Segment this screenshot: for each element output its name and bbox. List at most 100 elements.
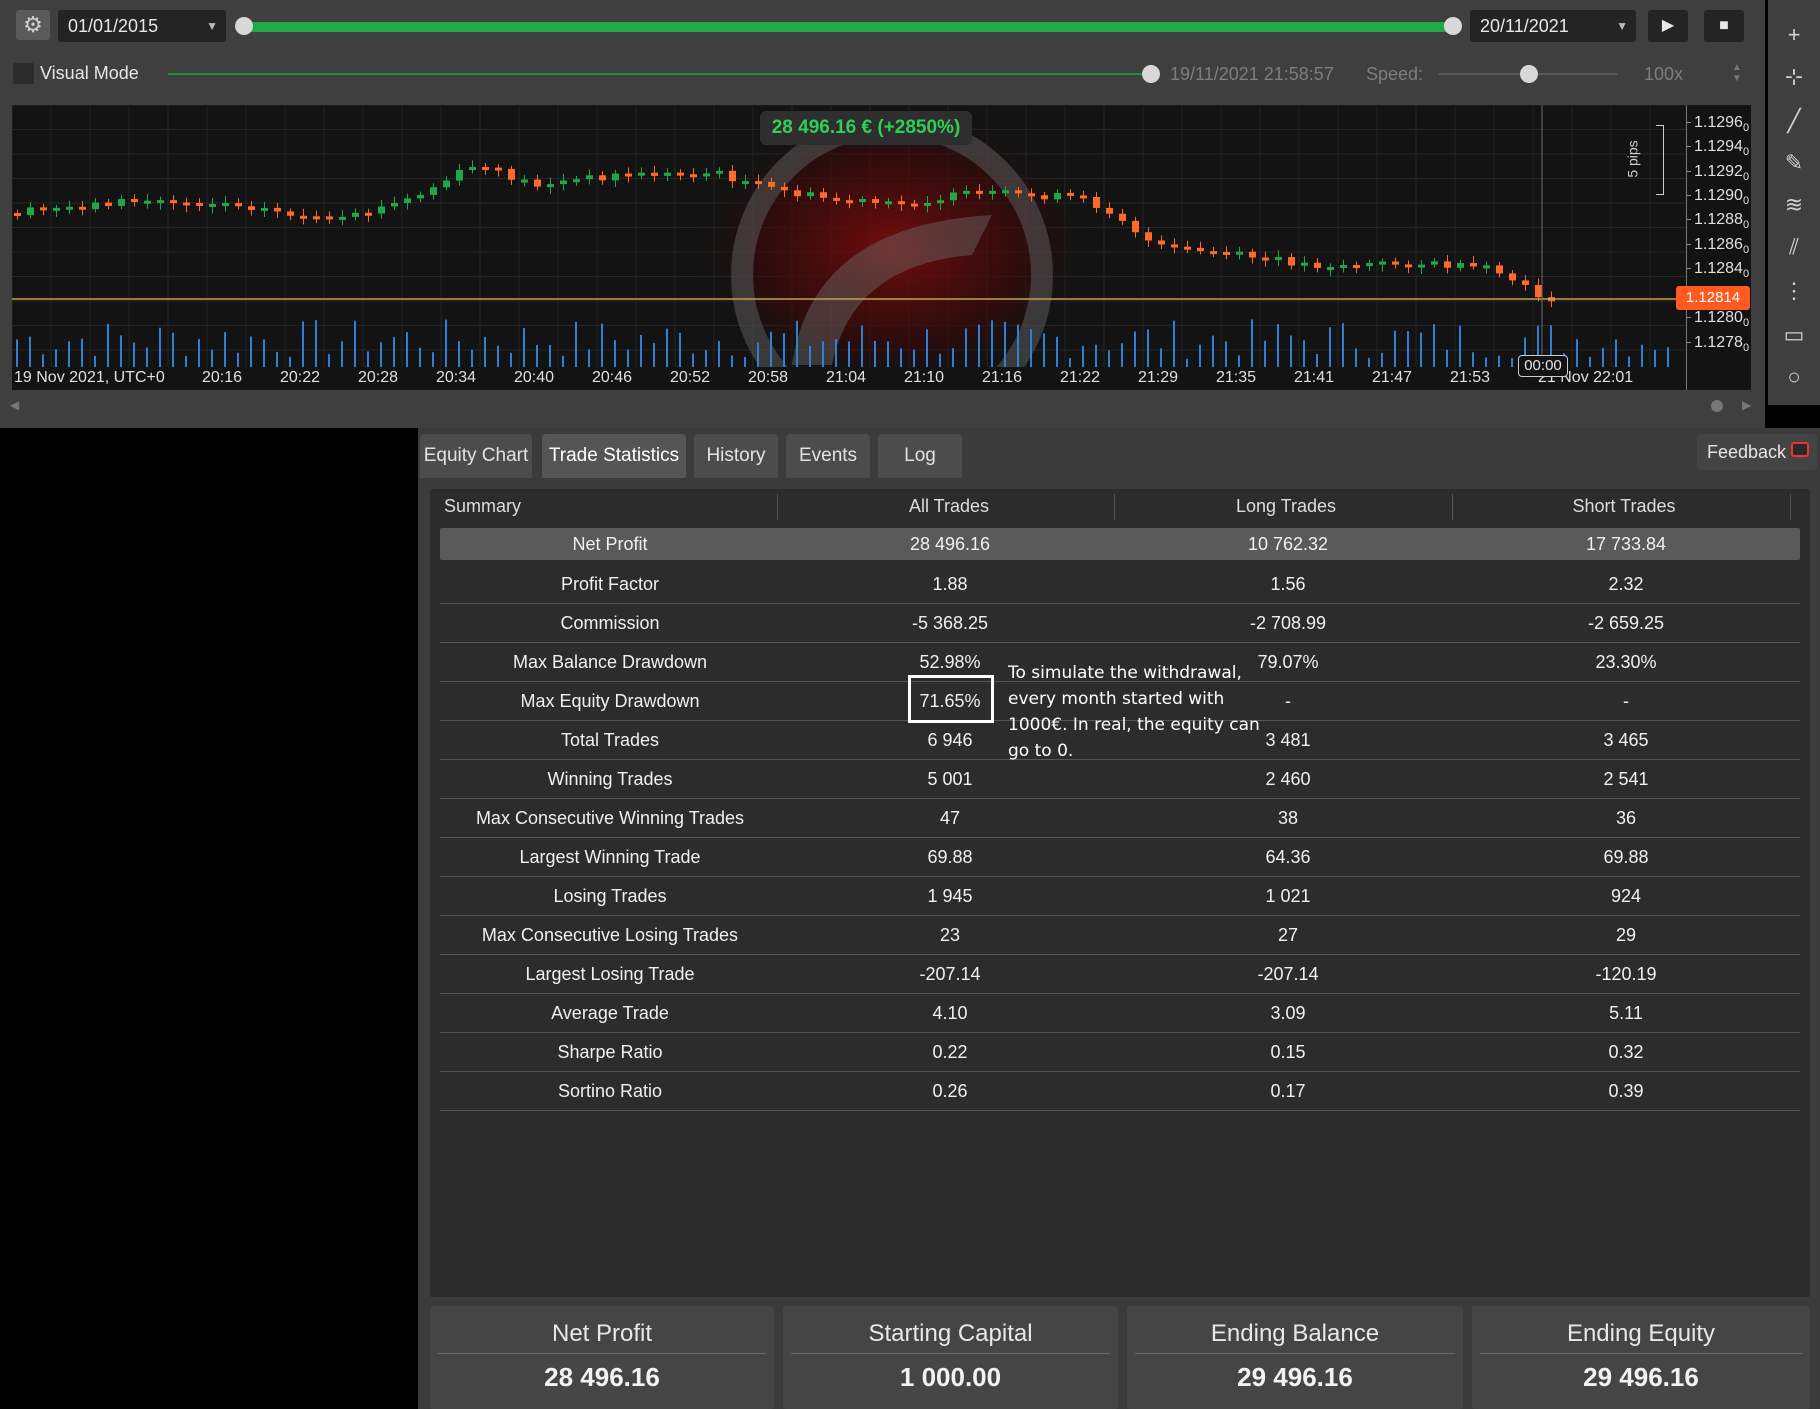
table-row[interactable]: Max Consecutive Winning Trades 47 38 36 — [440, 799, 1800, 838]
cell-long-trades: 2 460 — [1265, 769, 1311, 789]
volume-bar — [965, 328, 967, 367]
range-end-handle[interactable] — [1444, 17, 1462, 35]
line-icon[interactable]: ╱ — [1776, 106, 1812, 136]
candle — [1119, 213, 1126, 221]
volume-bar — [133, 342, 135, 367]
grid-lines-icon[interactable]: ⋮ — [1776, 276, 1812, 306]
volume-bar — [1290, 335, 1292, 367]
table-row[interactable]: Largest Winning Trade 69.88 64.36 69.88 — [440, 838, 1800, 877]
time-axis[interactable]: 19 Nov 2021, UTC+0 20:16 20:22 20:28 20:34 20… — [12, 355, 1686, 390]
table-row[interactable]: Largest Losing Trade -207.14 -207.14 -120.1… — [440, 955, 1800, 994]
column-header-short-trades[interactable]: Short Trades — [1455, 496, 1793, 520]
price-tick-subscript: 0 — [1742, 171, 1750, 184]
visual-progress-handle[interactable] — [1142, 65, 1160, 83]
candle — [261, 207, 268, 211]
volume-bar — [393, 336, 395, 367]
candle — [1457, 262, 1464, 268]
visual-mode-checkbox[interactable] — [13, 63, 34, 84]
cell-all-trades: 28 496.16 — [909, 534, 991, 554]
scroll-left-icon[interactable]: ◀ — [10, 398, 19, 412]
volume-bar — [549, 344, 551, 367]
gear-icon[interactable]: ⚙ — [16, 10, 50, 40]
tab-history[interactable]: History — [694, 434, 778, 478]
cell-all-trades: 0.22 — [932, 1042, 968, 1062]
speed-spinner[interactable]: ▲ ▼ — [1732, 62, 1742, 84]
scroll-right-icon[interactable]: ▶ — [1742, 398, 1751, 412]
play-button[interactable]: ▶ — [1648, 10, 1688, 42]
volume-bar — [1264, 340, 1266, 367]
cell-short-trades: 17 733.84 — [1585, 534, 1667, 554]
column-header-long-trades[interactable]: Long Trades — [1117, 496, 1455, 520]
volume-bar — [874, 340, 876, 367]
candle — [677, 172, 684, 176]
column-divider — [777, 494, 778, 520]
price-tick-mark — [1686, 219, 1691, 220]
measure-icon[interactable]: ⊹ — [1776, 62, 1812, 92]
column-header-all-trades[interactable]: All Trades — [780, 496, 1118, 520]
candle — [66, 206, 73, 210]
table-row[interactable]: Max Consecutive Losing Trades 23 27 29 — [440, 916, 1800, 955]
feedback-button[interactable]: Feedback — [1697, 434, 1817, 470]
candle — [378, 206, 385, 214]
volume-bar — [614, 340, 616, 367]
candle — [1067, 192, 1074, 196]
volume-bar — [705, 350, 707, 367]
tab-events[interactable]: Events — [786, 434, 870, 478]
table-row[interactable]: Average Trade 4.10 3.09 5.11 — [440, 994, 1800, 1033]
chart-scrollbar[interactable]: ◀ ▶ — [0, 398, 1765, 416]
candle — [365, 212, 372, 216]
table-row[interactable]: Commission -5 368.25 -2 708.99 -2 659.25 — [440, 604, 1800, 643]
start-date-picker[interactable]: 01/01/2015 ▼ — [58, 10, 226, 42]
tab-equity-chart[interactable]: Equity Chart — [420, 434, 532, 478]
candle — [1314, 262, 1321, 268]
end-date-value: 20/11/2021 — [1480, 16, 1569, 36]
channel-icon[interactable]: ⫽ — [1776, 232, 1812, 262]
end-date-picker[interactable]: 20/11/2021 ▼ — [1470, 10, 1636, 42]
volume-bar — [1108, 350, 1110, 367]
volume-bar — [1511, 358, 1513, 367]
speed-handle[interactable] — [1520, 65, 1538, 83]
price-tick-mark — [1686, 195, 1691, 196]
volume-bar — [172, 332, 174, 367]
rectangle-icon[interactable]: ▭ — [1776, 320, 1812, 350]
fibonacci-icon[interactable]: ≋ — [1776, 190, 1812, 220]
column-divider — [1114, 494, 1115, 520]
table-row[interactable]: Sharpe Ratio 0.22 0.15 0.32 — [440, 1033, 1800, 1072]
cell-short-trades: 5.11 — [1609, 1003, 1643, 1023]
scroll-thumb[interactable] — [1711, 400, 1723, 412]
tab-trade-statistics[interactable]: Trade Statistics — [542, 434, 686, 478]
time-tick: 21:22 — [1060, 369, 1101, 386]
price-chart[interactable]: 1.12960 1.12940 1.12920 1.12900 1.12880 1.128… — [12, 105, 1751, 390]
pencil-icon[interactable]: ✎ — [1776, 148, 1812, 178]
date-range-slider[interactable] — [244, 22, 1454, 32]
candle — [274, 207, 281, 212]
candle — [872, 198, 879, 204]
candle — [573, 179, 580, 183]
table-row[interactable]: Losing Trades 1 945 1 021 924 — [440, 877, 1800, 916]
table-row[interactable]: Sortino Ratio 0.26 0.17 0.39 — [440, 1072, 1800, 1111]
crosshair-icon[interactable]: + — [1776, 20, 1812, 50]
candle — [716, 170, 723, 174]
candle — [1418, 264, 1425, 268]
candle — [820, 192, 827, 198]
price-axis[interactable]: 1.12960 1.12940 1.12920 1.12900 1.12880 1.128… — [1676, 105, 1751, 390]
candle — [183, 202, 190, 206]
tab-log[interactable]: Log — [878, 434, 962, 478]
cell-short-trades: 2 541 — [1603, 769, 1649, 789]
price-tick-text: 1.1288 — [1694, 211, 1743, 228]
range-start-handle[interactable] — [235, 17, 253, 35]
volume-bar — [1277, 324, 1279, 367]
cell-short-trades: - — [1623, 691, 1629, 711]
column-header-summary[interactable]: Summary — [444, 496, 744, 520]
table-row[interactable]: Winning Trades 5 001 2 460 2 541 — [440, 760, 1800, 799]
cell-all-trades: 1 945 — [927, 886, 973, 906]
table-row[interactable]: Net Profit 28 496.16 10 762.32 17 733.84 — [440, 528, 1800, 560]
candle — [40, 207, 47, 211]
volume-bar — [718, 340, 720, 367]
table-row[interactable]: Profit Factor 1.88 1.56 2.32 — [440, 565, 1800, 604]
ellipse-icon[interactable]: ○ — [1776, 362, 1812, 392]
visual-progress-slider[interactable] — [168, 73, 1150, 75]
stop-button[interactable]: ■ — [1704, 10, 1744, 42]
volume-bar — [939, 353, 941, 367]
candle — [1301, 262, 1308, 266]
